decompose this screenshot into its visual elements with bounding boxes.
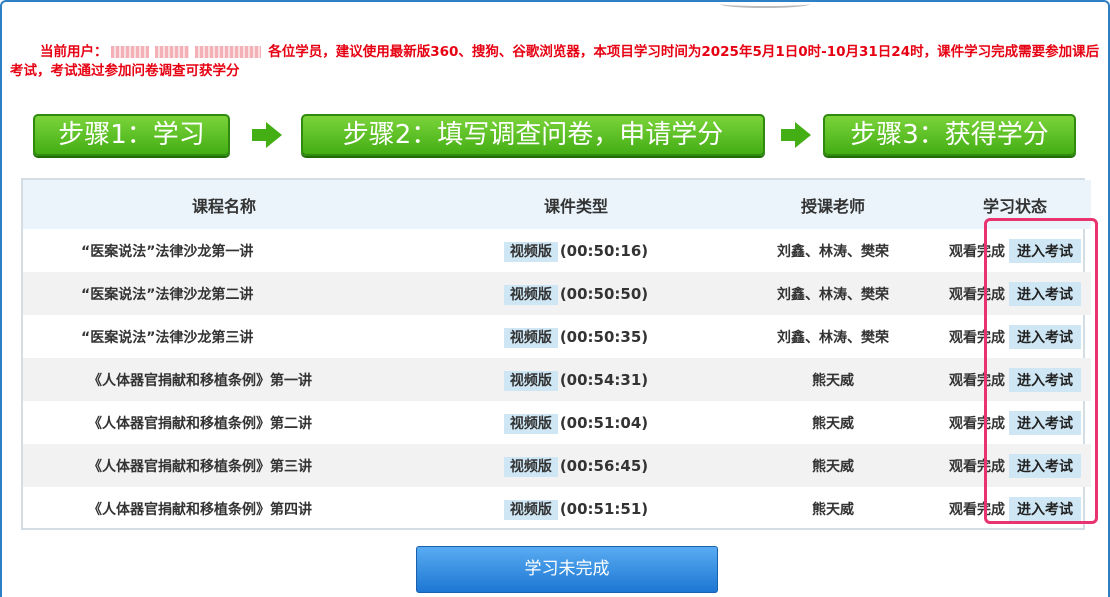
header-teacher: 授课老师 xyxy=(800,196,865,216)
table-row: “医案说法”法律沙龙第一讲 视频版 (00:50:16) 刘鑫、林涛、樊荣 观看完… xyxy=(23,229,1091,272)
courseware-type-badge: 视频版 xyxy=(503,456,558,477)
table-row: 《人体器官捐献和移植条例》第二讲 视频版 (00:51:04) 熊天威 观看完成进… xyxy=(23,401,1091,444)
duration: (00:50:16) xyxy=(559,241,649,260)
step-2-survey: 步骤2：填写调查问卷，申请学分 xyxy=(301,114,765,156)
top-decoration xyxy=(720,0,810,8)
teacher-name: 刘鑫、林涛、樊荣 xyxy=(777,243,889,260)
status-text: 观看完成 xyxy=(949,458,1005,475)
courseware-type-badge: 视频版 xyxy=(503,327,558,348)
course-name: 《人体器官捐献和移植条例》第一讲 xyxy=(88,372,312,389)
teacher-name: 熊天威 xyxy=(812,415,854,432)
enter-exam-button[interactable]: 进入考试 xyxy=(1009,453,1081,478)
status-text: 观看完成 xyxy=(949,243,1005,260)
enter-exam-button[interactable]: 进入考试 xyxy=(1009,496,1081,521)
table-row: “医案说法”法律沙龙第二讲 视频版 (00:50:50) 刘鑫、林涛、樊荣 观看完… xyxy=(23,272,1091,315)
duration: (00:50:35) xyxy=(559,327,649,346)
courseware-type-badge: 视频版 xyxy=(503,370,558,391)
current-user-label: 当前用户 xyxy=(40,44,94,60)
study-incomplete-button[interactable]: 学习未完成 xyxy=(416,546,718,593)
status-text: 观看完成 xyxy=(949,286,1005,303)
step-1-learn: 步骤1：学习 xyxy=(33,114,230,156)
courseware-type-badge: 视频版 xyxy=(503,284,558,305)
teacher-name: 刘鑫、林涛、樊荣 xyxy=(777,329,889,346)
teacher-name: 熊天威 xyxy=(812,501,854,518)
header-type: 课件类型 xyxy=(543,196,608,216)
status-text: 观看完成 xyxy=(949,329,1005,346)
table-row: 《人体器官捐献和移植条例》第四讲 视频版 (00:51:51) 熊天威 观看完成进… xyxy=(23,487,1091,530)
redacted-user-id xyxy=(194,46,261,58)
duration: (00:56:45) xyxy=(559,456,649,475)
teacher-name: 刘鑫、林涛、樊荣 xyxy=(777,286,889,303)
status-text: 观看完成 xyxy=(949,501,1005,518)
enter-exam-button[interactable]: 进入考试 xyxy=(1009,410,1081,435)
table-row: “医案说法”法律沙龙第三讲 视频版 (00:50:35) 刘鑫、林涛、樊荣 观看完… xyxy=(23,315,1091,358)
course-name: “医案说法”法律沙龙第一讲 xyxy=(81,243,254,260)
redacted-username-2 xyxy=(154,46,189,58)
duration: (00:51:51) xyxy=(559,499,649,518)
header-course-name: 课程名称 xyxy=(191,196,256,216)
table-header: 课程名称 课件类型 授课老师 学习状态 xyxy=(23,180,1091,229)
arrow-right-icon xyxy=(252,122,282,148)
course-name: 《人体器官捐献和移植条例》第三讲 xyxy=(88,458,312,475)
notice-banner: 当前用户： 各位学员，建议使用最新版360、搜狗、谷歌浏览器，本项目学习时间为2… xyxy=(10,44,1100,79)
enter-exam-button[interactable]: 进入考试 xyxy=(1009,324,1081,349)
course-name: 《人体器官捐献和移植条例》第二讲 xyxy=(88,415,312,432)
redacted-username xyxy=(110,46,149,58)
courseware-type-badge: 视频版 xyxy=(503,499,558,520)
duration: (00:50:50) xyxy=(559,284,649,303)
steps-bar: 步骤1：学习 步骤2：填写调查问卷，申请学分 步骤3：获得学分 xyxy=(0,114,1110,160)
table-row: 《人体器官捐献和移植条例》第一讲 视频版 (00:54:31) 熊天威 观看完成进… xyxy=(23,358,1091,401)
status-text: 观看完成 xyxy=(949,415,1005,432)
step-3-credit: 步骤3：获得学分 xyxy=(823,114,1076,156)
duration: (00:54:31) xyxy=(559,370,649,389)
header-status: 学习状态 xyxy=(982,196,1047,216)
course-name: 《人体器官捐献和移植条例》第四讲 xyxy=(88,501,312,518)
enter-exam-button[interactable]: 进入考试 xyxy=(1009,367,1081,392)
teacher-name: 熊天威 xyxy=(812,458,854,475)
enter-exam-button[interactable]: 进入考试 xyxy=(1009,281,1081,306)
course-table: 课程名称 课件类型 授课老师 学习状态 “医案说法”法律沙龙第一讲 视频版 (00… xyxy=(21,178,1091,530)
course-name: “医案说法”法律沙龙第二讲 xyxy=(81,286,254,303)
courseware-type-badge: 视频版 xyxy=(503,241,558,262)
course-name: “医案说法”法律沙龙第三讲 xyxy=(81,329,254,346)
enter-exam-button[interactable]: 进入考试 xyxy=(1009,238,1081,263)
arrow-right-icon xyxy=(781,122,811,148)
status-text: 观看完成 xyxy=(949,372,1005,389)
courseware-type-badge: 视频版 xyxy=(503,413,558,434)
table-row: 《人体器官捐献和移植条例》第三讲 视频版 (00:56:45) 熊天威 观看完成进… xyxy=(23,444,1091,487)
teacher-name: 熊天威 xyxy=(812,372,854,389)
duration: (00:51:04) xyxy=(559,413,649,432)
